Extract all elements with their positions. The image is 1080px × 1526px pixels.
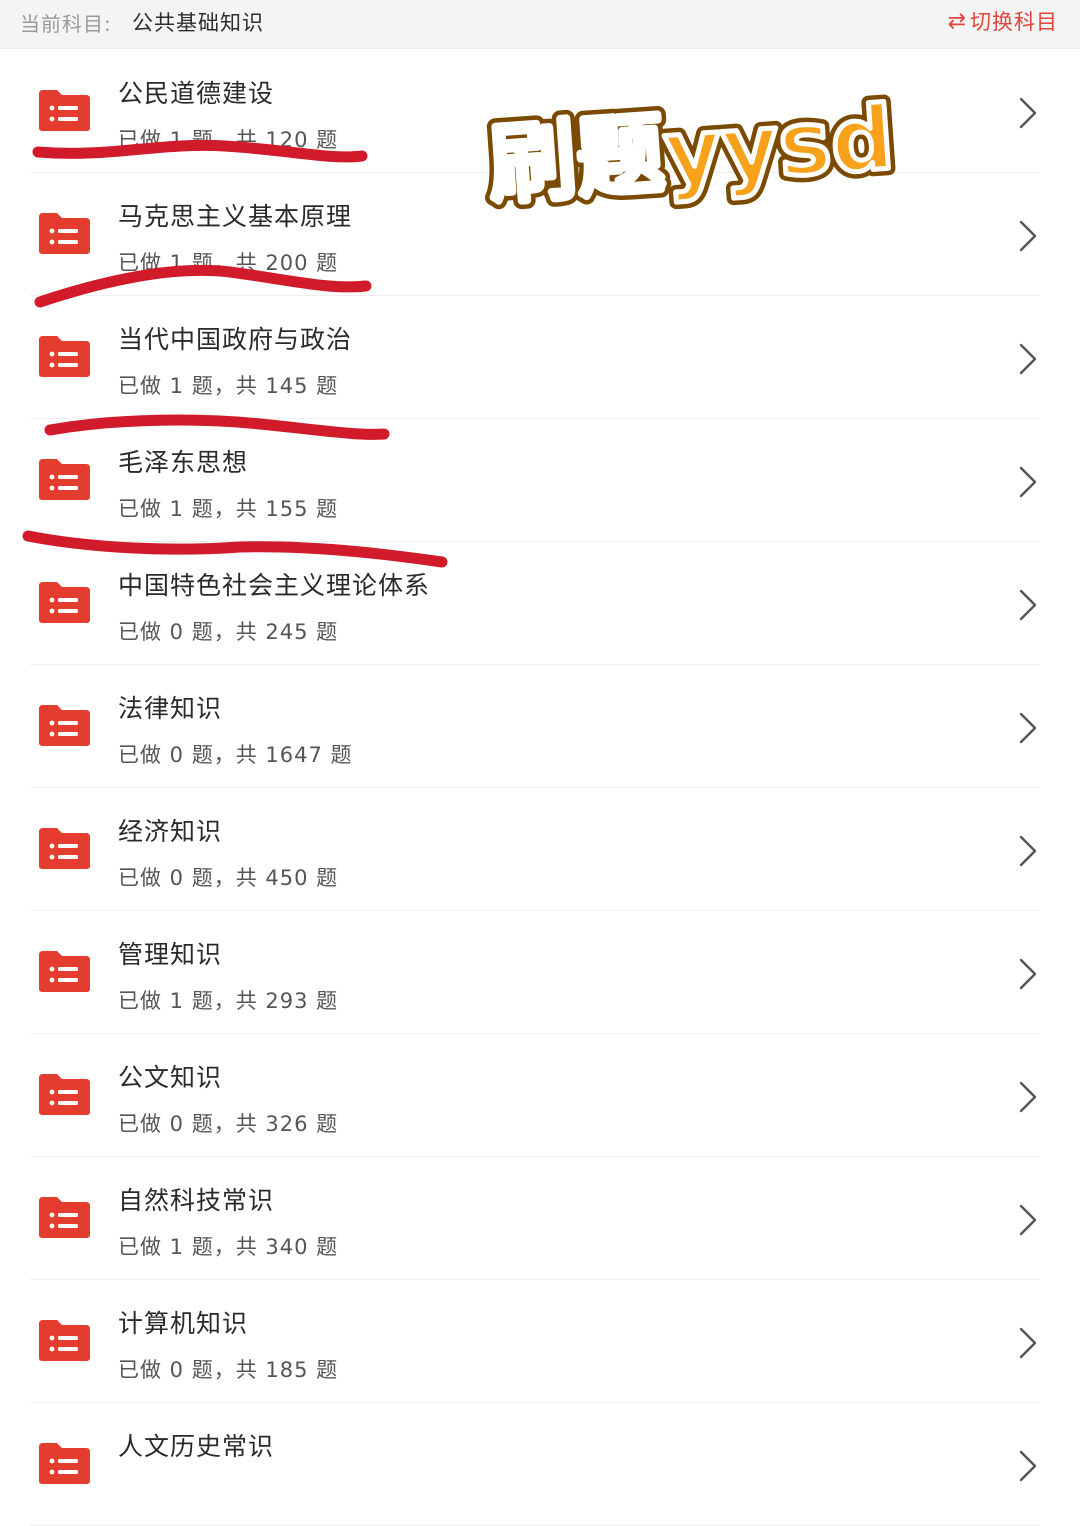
folder-list-icon — [37, 1441, 92, 1485]
folder-list-icon — [37, 457, 92, 501]
folder-list-icon — [37, 334, 92, 378]
folder-list-icon — [37, 826, 92, 870]
subject-progress: 已做 0 题，共 245 题 — [118, 620, 339, 644]
subject-row[interactable]: 中国特色社会主义理论体系 已做 0 题，共 245 题 — [0, 542, 1080, 665]
subject-progress: 已做 1 题，共 340 题 — [118, 1235, 339, 1259]
subject-list: 公民道德建设 已做 1 题，共 120 题 马克思主义基本原理 已做 1 题，共… — [0, 50, 1080, 1526]
folder-list-icon — [37, 1318, 92, 1362]
chevron-right-icon — [1018, 1326, 1038, 1360]
subject-title: 人文历史常识 — [118, 1432, 275, 1461]
chevron-right-icon — [1018, 342, 1038, 376]
subject-row[interactable]: 毛泽东思想 已做 1 题，共 155 题 — [0, 419, 1080, 542]
current-subject-name: 公共基础知识 — [132, 11, 264, 35]
folder-list-icon — [37, 703, 92, 747]
subject-progress: 已做 1 题，共 293 题 — [118, 989, 339, 1013]
subject-title: 管理知识 — [118, 940, 223, 969]
subject-progress: 已做 1 题，共 200 题 — [118, 251, 339, 275]
subject-title: 计算机知识 — [118, 1309, 249, 1338]
folder-list-icon — [37, 211, 92, 255]
subject-progress: 已做 1 题，共 145 题 — [118, 374, 339, 398]
switch-subject-label: 切换科目 — [970, 10, 1058, 34]
folder-list-icon — [37, 1072, 92, 1116]
subject-title: 公文知识 — [118, 1063, 223, 1092]
subject-header: 当前科目: 公共基础知识 ⇄ 切换科目 — [0, 0, 1080, 49]
subject-title: 经济知识 — [118, 817, 223, 846]
folder-list-icon — [37, 88, 92, 132]
subject-progress: 已做 1 题，共 155 题 — [118, 497, 339, 521]
subject-row[interactable]: 人文历史常识 — [0, 1403, 1080, 1526]
chevron-right-icon — [1018, 96, 1038, 130]
subject-progress: 已做 0 题，共 185 题 — [118, 1358, 339, 1382]
chevron-right-icon — [1018, 588, 1038, 622]
chevron-right-icon — [1018, 1080, 1038, 1114]
folder-list-icon — [37, 949, 92, 993]
subject-title: 法律知识 — [118, 694, 223, 723]
swap-arrows-icon: ⇄ — [947, 8, 967, 34]
subject-title: 毛泽东思想 — [118, 448, 249, 477]
subject-title: 中国特色社会主义理论体系 — [118, 571, 431, 600]
folder-list-icon — [37, 580, 92, 624]
chevron-right-icon — [1018, 834, 1038, 868]
subject-row[interactable]: 自然科技常识 已做 1 题，共 340 题 — [0, 1157, 1080, 1280]
subject-progress: 已做 1 题，共 120 题 — [118, 128, 339, 152]
subject-row[interactable]: 经济知识 已做 0 题，共 450 题 — [0, 788, 1080, 911]
chevron-right-icon — [1018, 1203, 1038, 1237]
subject-title: 自然科技常识 — [118, 1186, 275, 1215]
subject-row[interactable]: 计算机知识 已做 0 题，共 185 题 — [0, 1280, 1080, 1403]
subject-progress: 已做 0 题，共 1647 题 — [118, 743, 353, 767]
switch-subject-button[interactable]: ⇄ 切换科目 — [948, 6, 1058, 36]
subject-row[interactable]: 公文知识 已做 0 题，共 326 题 — [0, 1034, 1080, 1157]
subject-row[interactable]: 当代中国政府与政治 已做 1 题，共 145 题 — [0, 296, 1080, 419]
chevron-right-icon — [1018, 1449, 1038, 1483]
subject-title: 马克思主义基本原理 — [118, 202, 353, 231]
subject-row[interactable]: 公民道德建设 已做 1 题，共 120 题 — [0, 50, 1080, 173]
current-subject-label: 当前科目: — [20, 12, 112, 36]
subject-title: 当代中国政府与政治 — [118, 325, 353, 354]
subject-progress: 已做 0 题，共 450 题 — [118, 866, 339, 890]
subject-title: 公民道德建设 — [118, 79, 275, 108]
chevron-right-icon — [1018, 219, 1038, 253]
chevron-right-icon — [1018, 957, 1038, 991]
folder-list-icon — [37, 1195, 92, 1239]
subject-progress: 已做 0 题，共 326 题 — [118, 1112, 339, 1136]
chevron-right-icon — [1018, 711, 1038, 745]
subject-row[interactable]: 马克思主义基本原理 已做 1 题，共 200 题 — [0, 173, 1080, 296]
chevron-right-icon — [1018, 465, 1038, 499]
subject-row[interactable]: 管理知识 已做 1 题，共 293 题 — [0, 911, 1080, 1034]
subject-row[interactable]: 法律知识 已做 0 题，共 1647 题 — [0, 665, 1080, 788]
